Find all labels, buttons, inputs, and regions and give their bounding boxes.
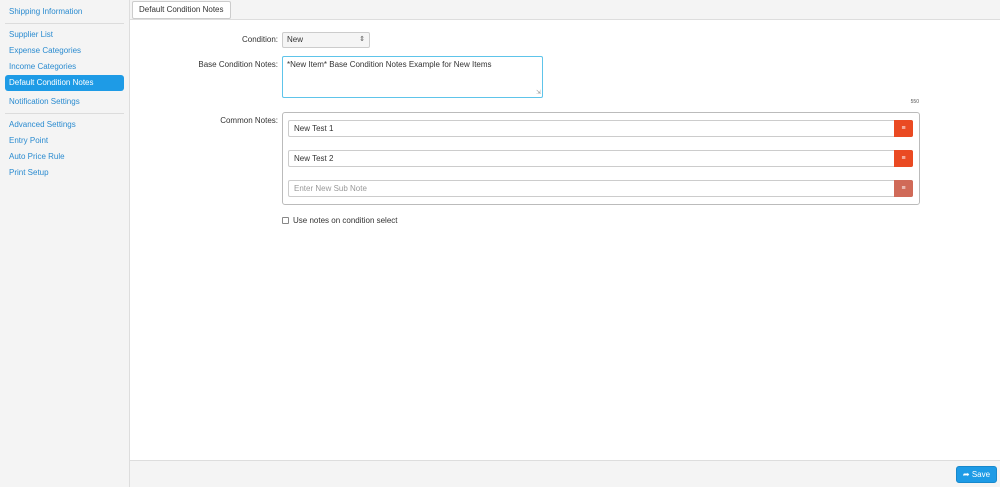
sidebar-item-advanced-settings[interactable]: Advanced Settings: [5, 117, 124, 133]
main-panel: Condition: New ⇕ Base Condition Notes: *…: [130, 20, 1000, 460]
note-row: New Test 1 ≡: [288, 120, 913, 137]
new-note-input[interactable]: Enter New Sub Note: [294, 181, 367, 196]
use-notes-checkbox-row: Use notes on condition select: [282, 215, 398, 225]
char-counter: 550: [910, 99, 919, 105]
note-input[interactable]: New Test 2: [294, 151, 333, 166]
updown-caret-icon: ⇕: [359, 36, 365, 43]
trash-icon[interactable]: ≡: [894, 180, 913, 197]
trash-icon[interactable]: ≡: [894, 150, 913, 167]
sidebar-item-expense-categories[interactable]: Expense Categories: [5, 43, 124, 59]
sidebar-item-print-setup[interactable]: Print Setup: [5, 165, 124, 181]
base-notes-value: *New Item* Base Condition Notes Example …: [287, 60, 492, 69]
base-notes-textarea[interactable]: *New Item* Base Condition Notes Example …: [282, 56, 543, 98]
sidebar-item-default-condition-notes[interactable]: Default Condition Notes: [5, 75, 124, 91]
base-notes-label: Base Condition Notes:: [198, 60, 278, 69]
tab-default-condition-notes[interactable]: Default Condition Notes: [132, 1, 231, 19]
sidebar-item-entry-point[interactable]: Entry Point: [5, 133, 124, 149]
save-button-label: Save: [971, 470, 991, 479]
sidebar-item-shipping-information[interactable]: Shipping Information: [5, 4, 124, 20]
sidebar: Shipping Information Supplier List Expen…: [0, 0, 130, 487]
condition-select-value: New: [287, 35, 304, 44]
use-notes-checkbox-label[interactable]: Use notes on condition select: [293, 216, 398, 225]
common-notes-label: Common Notes:: [220, 116, 278, 125]
common-notes-panel: New Test 1 ≡ New Test 2 ≡ Enter New Sub …: [282, 112, 920, 205]
share-arrow-icon: ➦: [962, 470, 970, 479]
trash-icon[interactable]: ≡: [894, 120, 913, 137]
sidebar-item-income-categories[interactable]: Income Categories: [5, 59, 124, 75]
condition-select[interactable]: New ⇕: [282, 32, 370, 48]
sidebar-item-supplier-list[interactable]: Supplier List: [5, 27, 124, 43]
footer-bar: ➦ Save: [130, 460, 1000, 487]
use-notes-checkbox[interactable]: [282, 216, 289, 224]
save-button[interactable]: ➦ Save: [956, 466, 997, 483]
new-note-row: Enter New Sub Note ≡: [288, 180, 913, 197]
sidebar-item-auto-price-rule[interactable]: Auto Price Rule: [5, 149, 124, 165]
resize-handle-icon[interactable]: ⇲: [536, 89, 541, 96]
note-input[interactable]: New Test 1: [294, 121, 333, 136]
note-row: New Test 2 ≡: [288, 150, 913, 167]
sidebar-item-notification-settings[interactable]: Notification Settings: [5, 94, 124, 110]
condition-label: Condition:: [241, 35, 278, 44]
top-bar: Default Condition Notes: [130, 0, 1000, 20]
